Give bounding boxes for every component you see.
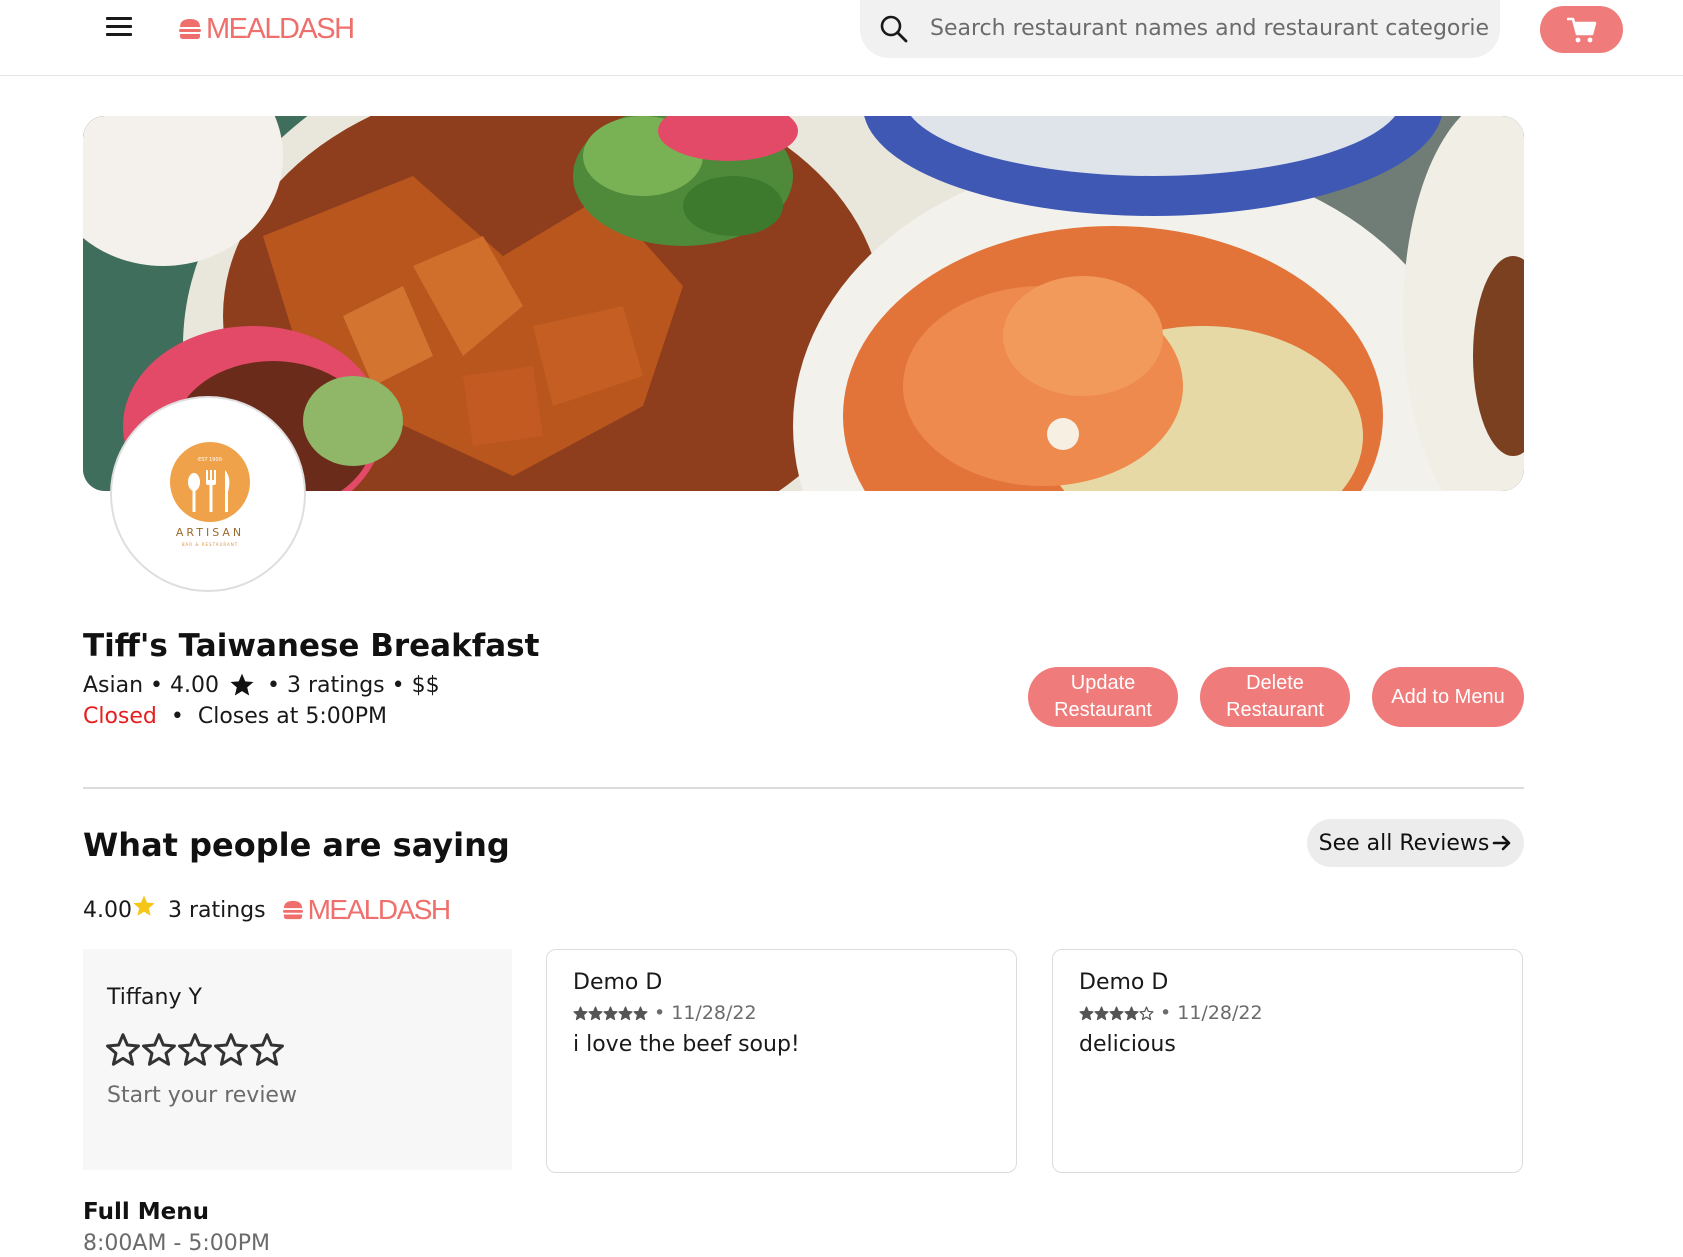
star-filled-icon — [633, 1006, 648, 1020]
star-outline-icon — [1139, 1006, 1154, 1020]
reviews-summary: 4.00 3 ratings MEALDASH — [83, 892, 452, 928]
meta-separator: • — [267, 672, 287, 698]
full-menu-title: Full Menu — [83, 1199, 209, 1225]
cart-button[interactable] — [1540, 6, 1623, 53]
cart-icon — [1566, 17, 1596, 42]
open-status: Closed — [83, 704, 157, 729]
star-rating-input[interactable] — [105, 1032, 285, 1068]
review-text: i love the beef soup! — [573, 1032, 800, 1057]
review-stars — [1079, 1006, 1154, 1021]
star-outline-icon[interactable] — [213, 1032, 249, 1068]
delete-restaurant-button[interactable]: Delete Restaurant — [1200, 667, 1350, 727]
restaurant-logo: ·EST 1900· ARTISAN BAR & RESTAURANT — [110, 396, 306, 592]
star-outline-icon[interactable] — [141, 1032, 177, 1068]
see-all-label: See all Reviews — [1318, 830, 1490, 856]
reviewer-name: Demo D — [573, 970, 663, 995]
meta-separator: • — [654, 1002, 672, 1024]
arrow-right-icon — [1493, 835, 1511, 851]
menu-hours: 8:00AM - 5:00PM — [83, 1231, 271, 1256]
brand-logo[interactable]: MEALDASH — [178, 12, 355, 46]
restaurant-meta: Asian • 4.00 • 3 ratings • $$ — [83, 672, 440, 698]
add-to-menu-button[interactable]: Add to Menu — [1372, 667, 1524, 727]
meta-separator: • — [1160, 1002, 1178, 1024]
meta-separator: • — [143, 672, 171, 698]
meta-separator: • — [384, 672, 412, 698]
meta-separator: • — [163, 704, 191, 729]
yellow-star-icon — [133, 895, 155, 916]
summary-rating: 4.00 — [83, 897, 132, 923]
star-filled-icon — [603, 1006, 618, 1020]
star-filled-icon — [1079, 1006, 1094, 1020]
delete-label-line1: Delete — [1246, 672, 1304, 694]
star-filled-icon — [1094, 1006, 1109, 1020]
star-filled-icon — [1109, 1006, 1124, 1020]
delete-label-line2: Restaurant — [1226, 699, 1324, 721]
restaurant-name: Tiff's Taiwanese Breakfast — [83, 628, 540, 664]
review-text: delicious — [1079, 1032, 1176, 1057]
star-filled-icon — [573, 1006, 588, 1020]
top-header: MEALDASH — [0, 0, 1683, 76]
review-meta: • 11/28/22 — [573, 1002, 757, 1024]
review-meta: • 11/28/22 — [1079, 1002, 1263, 1024]
write-review-card[interactable]: Tiffany Y Start your review — [83, 949, 512, 1170]
see-all-reviews-button[interactable]: See all Reviews — [1307, 819, 1524, 867]
star-outline-icon[interactable] — [105, 1032, 141, 1068]
star-filled-icon — [588, 1006, 603, 1020]
search-icon — [880, 15, 908, 43]
logo-est-text: ·EST 1900· — [197, 457, 224, 463]
start-review-link[interactable]: Start your review — [107, 1083, 297, 1108]
summary-ratings-count: 3 ratings — [167, 897, 266, 923]
star-filled-icon — [1124, 1006, 1139, 1020]
review-card: Demo D • 11/28/22 delicious — [1052, 949, 1523, 1173]
section-divider — [83, 787, 1524, 789]
burger-icon — [179, 19, 201, 39]
current-user-name: Tiffany Y — [107, 985, 202, 1010]
reviewer-name: Demo D — [1079, 970, 1169, 995]
restaurant-price: $$ — [411, 672, 440, 698]
mealdash-logo-small: MEALDASH — [282, 894, 452, 926]
search-bar[interactable] — [860, 0, 1500, 58]
restaurant-ratings-count: 3 ratings — [287, 672, 385, 698]
brand-name-small: MEALDASH — [307, 894, 452, 925]
restaurant-rating: 4.00 — [170, 672, 220, 698]
star-icon — [230, 673, 254, 696]
update-label-line2: Restaurant — [1054, 699, 1152, 721]
restaurant-hours-status: Closed • Closes at 5:00PM — [83, 704, 387, 729]
search-input[interactable] — [930, 10, 1490, 46]
brand-name: MEALDASH — [206, 12, 355, 45]
burger-icon — [282, 900, 303, 920]
closing-time: Closes at 5:00PM — [197, 704, 388, 729]
review-date: 11/28/22 — [1177, 1002, 1263, 1024]
star-outline-icon[interactable] — [177, 1032, 213, 1068]
hamburger-icon[interactable] — [103, 17, 135, 39]
update-restaurant-button[interactable]: Update Restaurant — [1028, 667, 1178, 727]
review-date: 11/28/22 — [671, 1002, 757, 1024]
reviews-section-title: What people are saying — [83, 826, 510, 864]
review-card: Demo D • 11/28/22 i love the beef soup! — [546, 949, 1017, 1173]
restaurant-category: Asian — [83, 672, 144, 698]
update-label-line1: Update — [1070, 672, 1136, 694]
logo-sub-text: BAR & RESTAURANT — [182, 542, 238, 547]
star-filled-icon — [618, 1006, 633, 1020]
review-stars — [573, 1006, 648, 1021]
star-outline-icon[interactable] — [249, 1032, 285, 1068]
logo-name-text: ARTISAN — [176, 526, 244, 539]
